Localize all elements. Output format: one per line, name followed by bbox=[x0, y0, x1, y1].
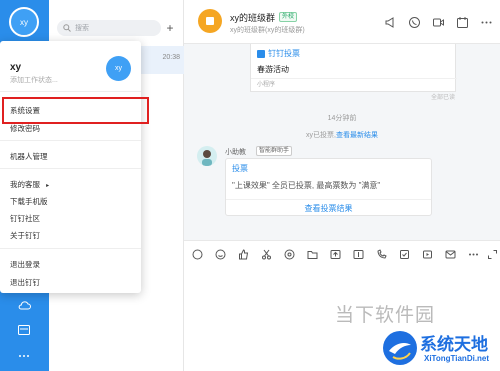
search-icon bbox=[63, 24, 71, 32]
menu-item-logout[interactable]: 退出登录 bbox=[10, 259, 40, 270]
gif-icon[interactable] bbox=[192, 249, 203, 260]
conversation-time: 20:38 bbox=[162, 54, 180, 61]
scissors-icon[interactable] bbox=[261, 249, 272, 260]
vote-icon bbox=[257, 49, 265, 58]
watermark-logo-icon bbox=[381, 329, 419, 367]
miniapp-footer: 小程序 bbox=[251, 78, 457, 91]
sender-name: 小助教 bbox=[225, 149, 246, 156]
menu-item-my-customer-service[interactable]: 我的客服 ▸ bbox=[10, 179, 49, 190]
cloud-icon[interactable] bbox=[17, 299, 31, 311]
vote-miniapp-card[interactable]: 钉钉投票 春游活动 小程序 bbox=[250, 44, 457, 92]
menu-item-change-password[interactable]: 修改密码 bbox=[10, 123, 40, 134]
at-icon[interactable] bbox=[284, 249, 295, 260]
upload-icon[interactable] bbox=[330, 249, 341, 260]
chat-header: xy的班级群 外校 xy的班级群(xy的班级群) bbox=[184, 0, 500, 44]
expand-icon[interactable] bbox=[487, 249, 498, 260]
menu-divider bbox=[0, 140, 141, 141]
view-latest-result-link[interactable]: 查看最新结果 bbox=[336, 132, 378, 139]
live-icon[interactable] bbox=[422, 249, 433, 260]
emoji-icon[interactable] bbox=[215, 249, 226, 260]
folder-icon[interactable] bbox=[307, 249, 318, 260]
menu-item-download-mobile[interactable]: 下载手机版 bbox=[10, 196, 48, 207]
phone-icon[interactable] bbox=[408, 16, 421, 29]
more-icon[interactable] bbox=[17, 350, 31, 362]
user-avatar[interactable]: xy bbox=[9, 7, 39, 37]
group-name[interactable]: xy的班级群 bbox=[230, 11, 275, 24]
vote-notification-text: xy已投票, bbox=[306, 132, 336, 139]
search-input[interactable]: 搜索 bbox=[57, 20, 161, 36]
watermark-brand: 系统天地 bbox=[420, 335, 488, 354]
external-badge: 外校 bbox=[279, 12, 298, 22]
add-button[interactable]: + bbox=[163, 21, 177, 35]
thumbs-up-icon[interactable] bbox=[238, 249, 249, 260]
vote-card-body: "上课效果" 全员已投票, 最高票数为 "满意" bbox=[232, 181, 381, 190]
more-tools-icon[interactable] bbox=[468, 249, 479, 260]
menu-divider bbox=[0, 168, 141, 169]
mail-icon[interactable] bbox=[445, 249, 456, 260]
task-icon[interactable] bbox=[399, 249, 410, 260]
dingtalk-window: xy 搜索 + 20:38 xy的班级群 外校 xy的班级群(xy的班级群) 钉… bbox=[0, 0, 500, 371]
bot-tag: 智能群助手 bbox=[256, 146, 293, 156]
vote-miniapp-title: 钉钉投票 bbox=[257, 48, 300, 59]
menu-divider bbox=[0, 91, 141, 92]
video-icon[interactable] bbox=[432, 16, 445, 29]
view-vote-result-link[interactable]: 查看投票结果 bbox=[226, 199, 431, 217]
more-icon[interactable] bbox=[480, 16, 493, 29]
vote-result-card[interactable]: 投票 "上课效果" 全员已投票, 最高票数为 "满意" 查看投票结果 bbox=[225, 158, 432, 216]
watermark-url: XiTongTianDi.net bbox=[424, 354, 490, 363]
announcement-icon[interactable] bbox=[384, 16, 397, 29]
pin-icon[interactable] bbox=[353, 249, 364, 260]
call-icon[interactable] bbox=[376, 249, 387, 260]
mail-icon[interactable] bbox=[17, 324, 31, 336]
chevron-right-icon: ▸ bbox=[46, 183, 50, 189]
group-avatar[interactable] bbox=[198, 9, 222, 33]
menu-user-name: xy bbox=[10, 62, 22, 73]
menu-item-dingtalk-community[interactable]: 钉钉社区 bbox=[10, 213, 40, 224]
my-customer-service-label: 我的客服 bbox=[10, 180, 40, 189]
vote-notification: xy已投票,查看最新结果 bbox=[184, 130, 500, 140]
menu-item-about-dingtalk[interactable]: 关于钉钉 bbox=[10, 230, 40, 241]
calendar-icon[interactable] bbox=[456, 16, 469, 29]
work-status-input[interactable]: 添加工作状态... bbox=[10, 75, 58, 85]
menu-item-quit-dingtalk[interactable]: 退出钉钉 bbox=[10, 277, 40, 288]
vote-miniapp-title-text: 钉钉投票 bbox=[268, 49, 300, 58]
sender-avatar[interactable] bbox=[197, 146, 217, 166]
vote-card-title: 投票 bbox=[232, 164, 248, 173]
highlight-box bbox=[2, 97, 149, 124]
watermark-text: 当下软件园 bbox=[335, 305, 436, 326]
menu-item-robot-management[interactable]: 机器人管理 bbox=[10, 151, 48, 162]
menu-user-avatar[interactable]: xy bbox=[106, 56, 131, 81]
read-status[interactable]: 全部已读 bbox=[431, 92, 455, 101]
vote-miniapp-text: 春游活动 bbox=[257, 65, 289, 74]
search-placeholder: 搜索 bbox=[75, 25, 89, 32]
group-subtitle: xy的班级群(xy的班级群) bbox=[230, 27, 305, 34]
time-separator: 14分钟前 bbox=[327, 115, 357, 122]
menu-divider bbox=[0, 248, 141, 249]
user-dropdown-menu: xy 添加工作状态... xy 系统设置 修改密码 机器人管理 我的客服 ▸ 下… bbox=[0, 41, 149, 293]
